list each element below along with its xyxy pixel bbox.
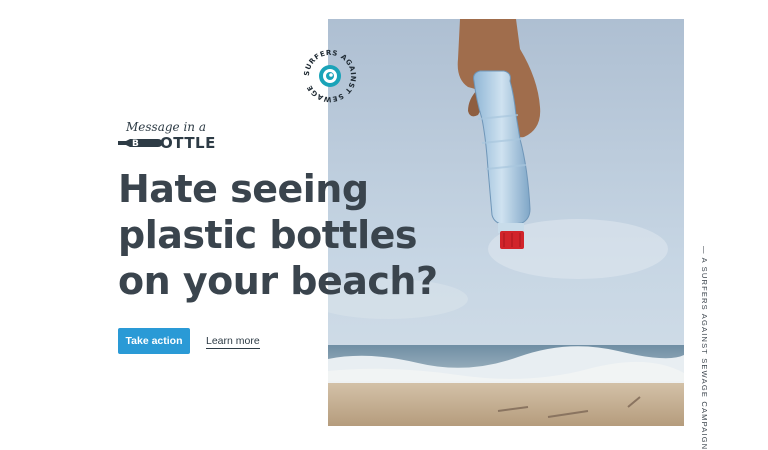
- side-tag-text: — A SURFERS AGAINST SEWAGE CAMPAIGN: [700, 246, 709, 450]
- bottle-icon: B: [118, 139, 162, 149]
- headline-line: Hate seeing: [118, 167, 369, 211]
- learn-more-link[interactable]: Learn more: [206, 335, 260, 349]
- headline-line: on your beach?: [118, 259, 438, 303]
- brand-word: OTTLE: [160, 134, 216, 152]
- campaign-side-tag: — A SURFERS AGAINST SEWAGE CAMPAIGN: [700, 246, 720, 450]
- wave-swirl-icon: SURFERS AGAINST SEWAGE: [303, 49, 357, 103]
- hero-headline: Hate seeing plastic bottles on your beac…: [118, 166, 438, 304]
- take-action-button[interactable]: Take action: [118, 328, 190, 354]
- brand-script-line: Message in a: [126, 120, 206, 134]
- message-in-a-bottle-logo[interactable]: Message in a B OTTLE: [118, 120, 228, 154]
- svg-text:B: B: [132, 139, 139, 149]
- headline-line: plastic bottles: [118, 213, 417, 257]
- surfers-against-sewage-logo[interactable]: SURFERS AGAINST SEWAGE: [300, 46, 360, 106]
